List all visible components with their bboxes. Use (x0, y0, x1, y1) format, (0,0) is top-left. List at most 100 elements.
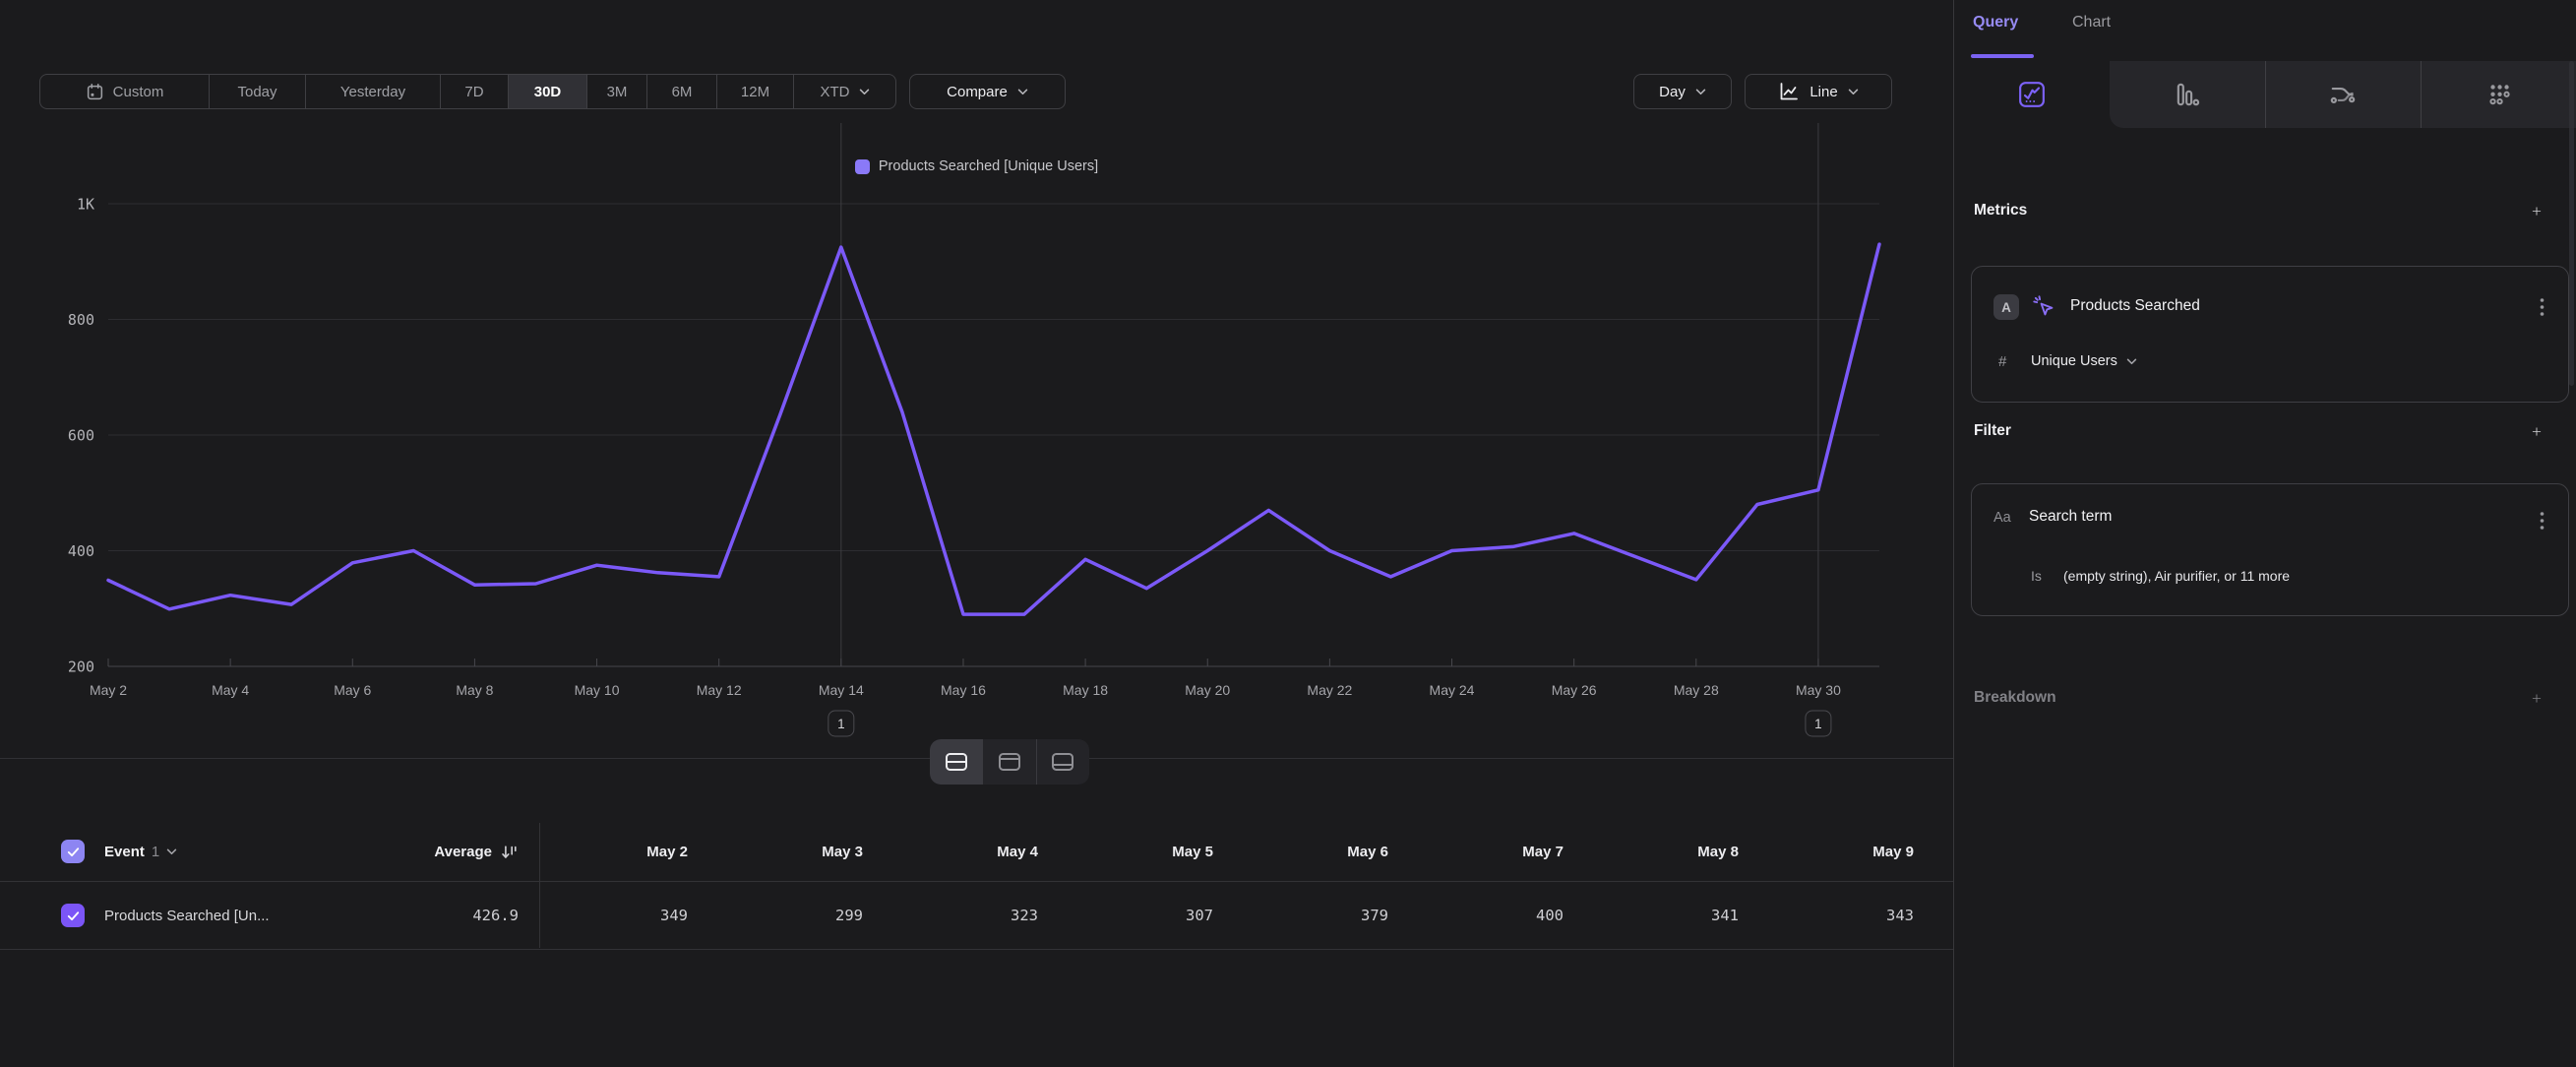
split-view-icon (945, 752, 968, 772)
breakdown-title: Breakdown (1974, 689, 2056, 707)
chart-type-insights[interactable] (1954, 61, 2110, 128)
metric-name: Products Searched (2070, 297, 2200, 315)
x-axis-label: May 30 (1796, 682, 1841, 698)
x-axis-label: May 12 (697, 682, 742, 698)
select-all-checkbox[interactable] (61, 840, 85, 863)
x-axis-label: May 10 (575, 682, 620, 698)
table-col-header[interactable]: May 2 (521, 823, 688, 881)
event-column-header[interactable]: Event 1 (104, 823, 177, 881)
data-series-line (108, 244, 1879, 614)
y-axis-label: 200 (68, 659, 94, 676)
y-axis-label: 800 (68, 311, 94, 329)
x-axis-label: May 26 (1552, 682, 1597, 698)
table-col-header[interactable]: May 8 (1571, 823, 1739, 881)
filter-title: Filter (1974, 422, 2011, 440)
x-axis-label: May 4 (212, 682, 249, 698)
table-row[interactable]: Products Searched [Un... 426.9 349299323… (0, 882, 1953, 950)
y-axis-label: 600 (68, 427, 94, 445)
tab-chart[interactable]: Chart (2072, 14, 2111, 31)
layout-split-button[interactable] (930, 739, 983, 785)
x-axis-label: May 18 (1063, 682, 1108, 698)
metric-letter-badge: A (1993, 294, 2019, 320)
retention-icon (2485, 81, 2513, 108)
table-col-header[interactable]: May 5 (1046, 823, 1213, 881)
x-axis-label: May 24 (1430, 682, 1475, 698)
metric-menu-button[interactable] (2531, 294, 2552, 320)
add-metric-button[interactable] (2526, 200, 2547, 221)
row-checkbox[interactable] (61, 904, 85, 927)
chevron-down-icon (2126, 358, 2137, 365)
chart-type-funnels[interactable] (2110, 61, 2265, 128)
insights-icon (2018, 81, 2046, 108)
x-axis-label: May 22 (1307, 682, 1352, 698)
x-axis-label: May 2 (90, 682, 127, 698)
add-breakdown-button[interactable] (2526, 687, 2547, 709)
table-col-header[interactable]: May 6 (1221, 823, 1388, 881)
filter-menu-button[interactable] (2531, 508, 2552, 534)
table-cell-value: 400 (1396, 882, 1564, 949)
table-cell-value: 343 (1747, 882, 1914, 949)
x-axis-label: May 14 (819, 682, 864, 698)
tab-query[interactable]: Query (1973, 14, 2018, 31)
pointer-click-icon (2033, 295, 2055, 318)
table-cell-value: 341 (1571, 882, 1739, 949)
flows-icon (2329, 81, 2357, 108)
x-axis-label: May 8 (456, 682, 493, 698)
table-header-row: Event 1 Average May 2May 3May 4May 5May … (0, 823, 1953, 882)
average-value: 426.9 (330, 882, 519, 949)
plus-icon (2532, 689, 2542, 708)
line-chart: 1K 800 600 400 200 May 2 May 4 May 6 May 8 May 10… (0, 0, 1953, 778)
table-cell-value: 307 (1046, 882, 1213, 949)
funnels-icon (2174, 81, 2201, 108)
y-axis-label: 1K (77, 196, 94, 214)
results-table: Event 1 Average May 2May 3May 4May 5May … (0, 823, 1953, 950)
chevron-down-icon (166, 848, 177, 855)
add-filter-button[interactable] (2526, 420, 2547, 442)
layout-table-only-button[interactable] (1037, 739, 1089, 785)
chart-type-retention[interactable] (2421, 61, 2576, 128)
filter-operator[interactable]: Is (2031, 568, 2042, 584)
x-axis-label: May 16 (941, 682, 986, 698)
layout-chart-only-button[interactable] (983, 739, 1036, 785)
filter-value[interactable]: (empty string), Air purifier, or 11 more (2063, 568, 2290, 584)
app-root: Custom Today Yesterday 7D 30D 3M 6M 12M … (0, 0, 2576, 1067)
table-cell-value: 379 (1221, 882, 1388, 949)
layout-toggle (930, 739, 1089, 785)
kebab-icon (2540, 511, 2545, 531)
chart-only-icon (998, 752, 1021, 772)
table-col-header[interactable]: May 9 (1747, 823, 1914, 881)
y-axis-label: 400 (68, 542, 94, 560)
filter-card[interactable]: Aa Search term Is (empty string), Air pu… (1971, 483, 2569, 616)
table-col-header[interactable]: May 4 (871, 823, 1038, 881)
query-panel: Query Chart (1953, 0, 2576, 1067)
chart-type-flows[interactable] (2265, 61, 2422, 128)
x-axis-label: May 28 (1674, 682, 1719, 698)
table-cell-value: 323 (871, 882, 1038, 949)
kebab-icon (2540, 297, 2545, 317)
annotation-badge-label: 1 (1814, 717, 1822, 731)
aggregation-symbol: # (1998, 353, 2006, 370)
check-icon (66, 846, 81, 858)
table-col-header[interactable]: May 3 (696, 823, 863, 881)
filter-type-badge: Aa (1993, 510, 2011, 526)
metric-card[interactable]: A Products Searched # Unique Users (1971, 266, 2569, 403)
series-name: Products Searched [Un... (104, 882, 270, 949)
plus-icon (2532, 422, 2542, 441)
panel-scrollbar[interactable] (2569, 61, 2574, 386)
chart-type-tabs (1954, 61, 2576, 128)
annotation-badge-label: 1 (837, 717, 845, 731)
table-only-icon (1051, 752, 1074, 772)
table-cell-value: 349 (521, 882, 688, 949)
active-tab-underline (1971, 54, 2034, 58)
sort-icon (500, 844, 519, 861)
aggregation-selector[interactable]: Unique Users (2031, 353, 2137, 369)
check-icon (66, 910, 81, 922)
plus-icon (2532, 202, 2542, 220)
x-axis-label: May 6 (334, 682, 371, 698)
filter-name: Search term (2029, 508, 2112, 526)
metrics-title: Metrics (1974, 202, 2027, 220)
table-col-header[interactable]: May 7 (1396, 823, 1564, 881)
average-column-header[interactable]: Average (330, 823, 519, 881)
x-axis-label: May 20 (1185, 682, 1230, 698)
table-cell-value: 299 (696, 882, 863, 949)
